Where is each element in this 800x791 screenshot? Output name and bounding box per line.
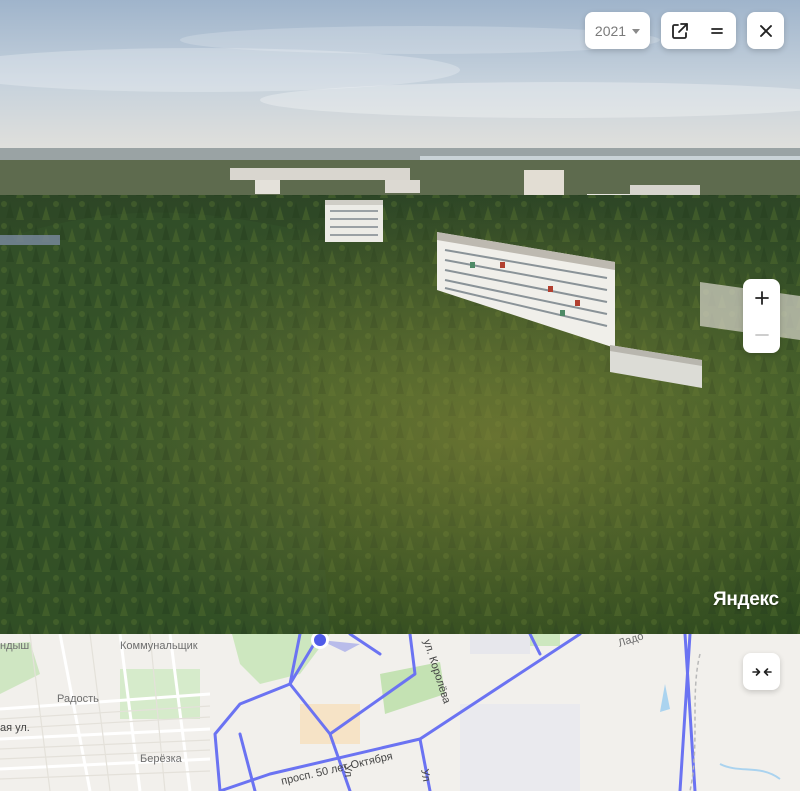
map-label-district-c: Радость — [57, 693, 99, 705]
toolbar-group — [661, 12, 736, 49]
map-canvas — [0, 634, 781, 791]
close-button[interactable] — [747, 12, 784, 49]
collapse-map-button[interactable] — [743, 653, 780, 690]
external-link-icon — [671, 22, 688, 39]
aerial-forest-view — [0, 0, 800, 634]
chevron-down-icon — [632, 29, 641, 34]
equals-icon — [711, 27, 724, 34]
street-label-small: Ул — [341, 764, 355, 778]
brand-logo: Яндекс — [713, 589, 779, 610]
year-select-value: 2021 — [594, 22, 627, 39]
map-label-district-a: ндыш — [0, 640, 30, 652]
close-icon — [759, 24, 772, 37]
minus-icon — [754, 333, 769, 336]
map-label-district-b: Коммунальщик — [120, 640, 198, 652]
street-label-small-2: Ул — [418, 768, 433, 783]
menu-button[interactable] — [702, 16, 732, 46]
mini-map[interactable]: ндыш Коммунальщик Радость Берёзка Ладо а… — [0, 634, 800, 791]
year-select[interactable]: 2021 — [585, 12, 650, 49]
zoom-out-button[interactable] — [743, 317, 780, 353]
street-label-side: ая ул. — [0, 722, 30, 734]
collapse-arrows-icon — [751, 667, 772, 676]
plus-icon — [754, 290, 769, 305]
zoom-controls — [743, 279, 780, 353]
open-external-button[interactable] — [665, 16, 695, 46]
zoom-in-button[interactable] — [743, 280, 780, 316]
panorama-image[interactable]: 2021 Яндекс — [0, 0, 800, 634]
map-label-district-d: Берёзка — [140, 753, 182, 765]
panorama-viewer: 2021 Яндекс ндыш Коммунальщик Радость Бе… — [0, 0, 800, 791]
